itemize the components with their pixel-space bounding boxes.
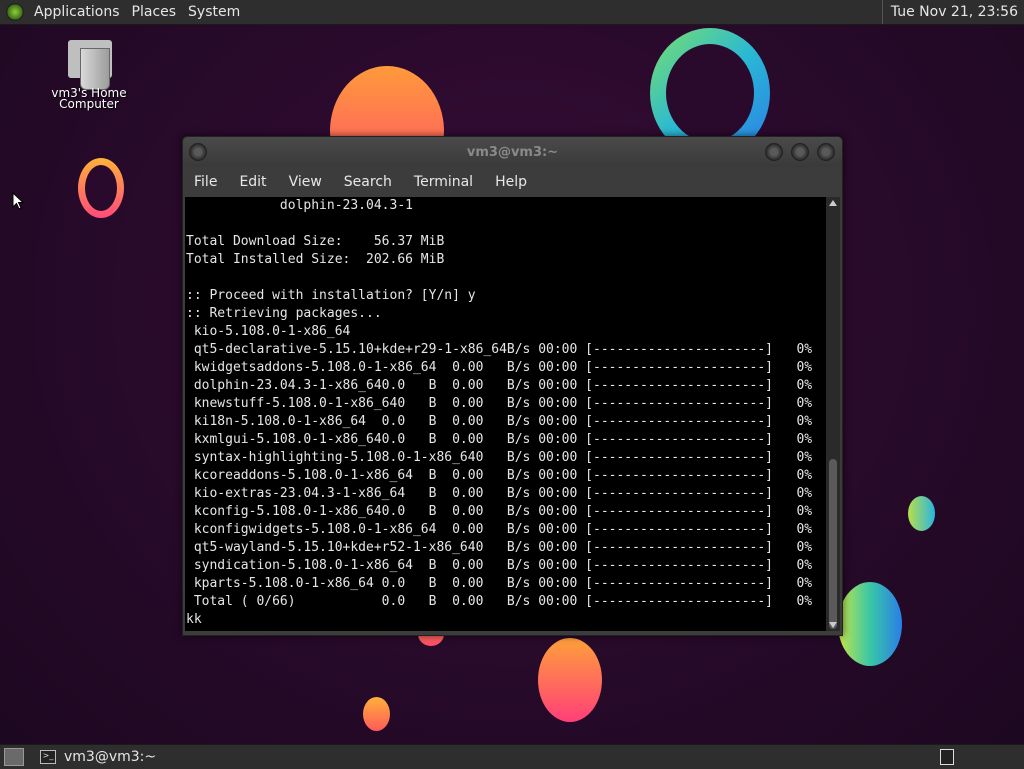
terminal-line: qt5-declarative-5.15.10+kde+r29-1-x86_64… [186, 342, 813, 357]
menu-file[interactable]: File [183, 174, 228, 190]
workspace-switcher[interactable] [940, 749, 954, 765]
clock[interactable]: Tue Nov 21, 23:56 [881, 0, 1024, 24]
close-button[interactable] [817, 143, 835, 161]
terminal-line: syntax-highlighting-5.108.0-1-x86_640 B/… [186, 450, 813, 465]
terminal-scrollbar[interactable] [826, 197, 840, 631]
terminal-line: :: Proceed with installation? [Y/n] y [186, 288, 476, 303]
terminal-window[interactable]: vm3@vm3:~ File Edit View Search Terminal… [182, 136, 843, 636]
scrollbar-thumb[interactable] [829, 459, 837, 629]
window-title: vm3@vm3:~ [466, 144, 559, 160]
menu-system[interactable]: System [182, 4, 246, 20]
terminal-line: kk [186, 612, 202, 627]
menu-applications[interactable]: Applications [28, 4, 126, 20]
menu-help[interactable]: Help [484, 174, 538, 190]
terminal-line: ki18n-5.108.0-1-x86_64 0.0 B 0.00 B/s 00… [186, 414, 813, 429]
scroll-down-icon[interactable] [829, 622, 837, 628]
maximize-button[interactable] [791, 143, 809, 161]
wallpaper-blob [838, 582, 902, 666]
desktop-icon-label: Computer [59, 97, 119, 111]
terminal-line: dolphin-23.04.3-1 [186, 198, 413, 213]
terminal-line: kwidgetsaddons-5.108.0-1-x86_64 0.00 B/s… [186, 360, 813, 375]
window-menubar: File Edit View Search Terminal Help [183, 167, 842, 197]
taskbar-item-label: vm3@vm3:~ [64, 749, 157, 765]
wallpaper-blob [538, 638, 602, 722]
wallpaper-blob [363, 697, 390, 731]
window-titlebar[interactable]: vm3@vm3:~ [183, 137, 842, 167]
terminal-line: knewstuff-5.108.0-1-x86_640 B 0.00 B/s 0… [186, 396, 813, 411]
terminal-line: kconfig-5.108.0-1-x86_640.0 B 0.00 B/s 0… [186, 504, 813, 519]
terminal-line: kparts-5.108.0-1-x86_64 0.0 B 0.00 B/s 0… [186, 576, 813, 591]
trash-icon [66, 38, 112, 90]
terminal-line: kconfigwidgets-5.108.0-1-x86_64 0.00 B/s… [186, 522, 813, 537]
taskbar-item-terminal[interactable]: >_ vm3@vm3:~ [40, 749, 156, 765]
terminal-line: Total ( 0/66) 0.0 B 0.00 B/s 00:00 [----… [186, 594, 813, 609]
bottom-panel: >_ vm3@vm3:~ [0, 744, 1024, 769]
menu-edit[interactable]: Edit [228, 174, 277, 190]
menu-search[interactable]: Search [333, 174, 403, 190]
terminal-line: :: Retrieving packages... [186, 306, 382, 321]
terminal-line: Total Download Size: 56.37 MiB [186, 234, 445, 249]
terminal-line: kio-5.108.0-1-x86_64 [186, 324, 351, 339]
terminal-line: dolphin-23.04.3-1-x86_640.0 B 0.00 B/s 0… [186, 378, 813, 393]
terminal-line: kcoreaddons-5.108.0-1-x86_64 B 0.00 B/s … [186, 468, 813, 483]
desktop-icon-home[interactable]: vm3's Home Computer [50, 38, 128, 111]
minimize-button[interactable] [765, 143, 783, 161]
mouse-cursor-icon [12, 191, 25, 210]
terminal-line: kxmlgui-5.108.0-1-x86_640.0 B 0.00 B/s 0… [186, 432, 813, 447]
top-panel: Applications Places System Tue Nov 21, 2… [0, 0, 1024, 25]
menu-view[interactable]: View [278, 174, 333, 190]
menu-terminal[interactable]: Terminal [403, 174, 484, 190]
terminal-output[interactable]: dolphin-23.04.3-1 Total Download Size: 56… [185, 197, 826, 631]
terminal-line: kio-extras-23.04.3-1-x86_64 B 0.00 B/s 0… [186, 486, 813, 501]
distro-logo-icon[interactable] [6, 3, 24, 21]
terminal-icon: >_ [40, 750, 56, 764]
wallpaper-ring-orange [78, 158, 124, 218]
scroll-up-icon[interactable] [829, 200, 837, 206]
terminal-line: syndication-5.108.0-1-x86_64 B 0.00 B/s … [186, 558, 813, 573]
terminal-line: qt5-wayland-5.15.10+kde+r52-1-x86_640 B/… [186, 540, 813, 555]
menu-places[interactable]: Places [126, 4, 183, 20]
wallpaper-blob [908, 496, 935, 531]
terminal-line: Total Installed Size: 202.66 MiB [186, 252, 445, 267]
show-desktop-icon[interactable] [4, 748, 24, 766]
